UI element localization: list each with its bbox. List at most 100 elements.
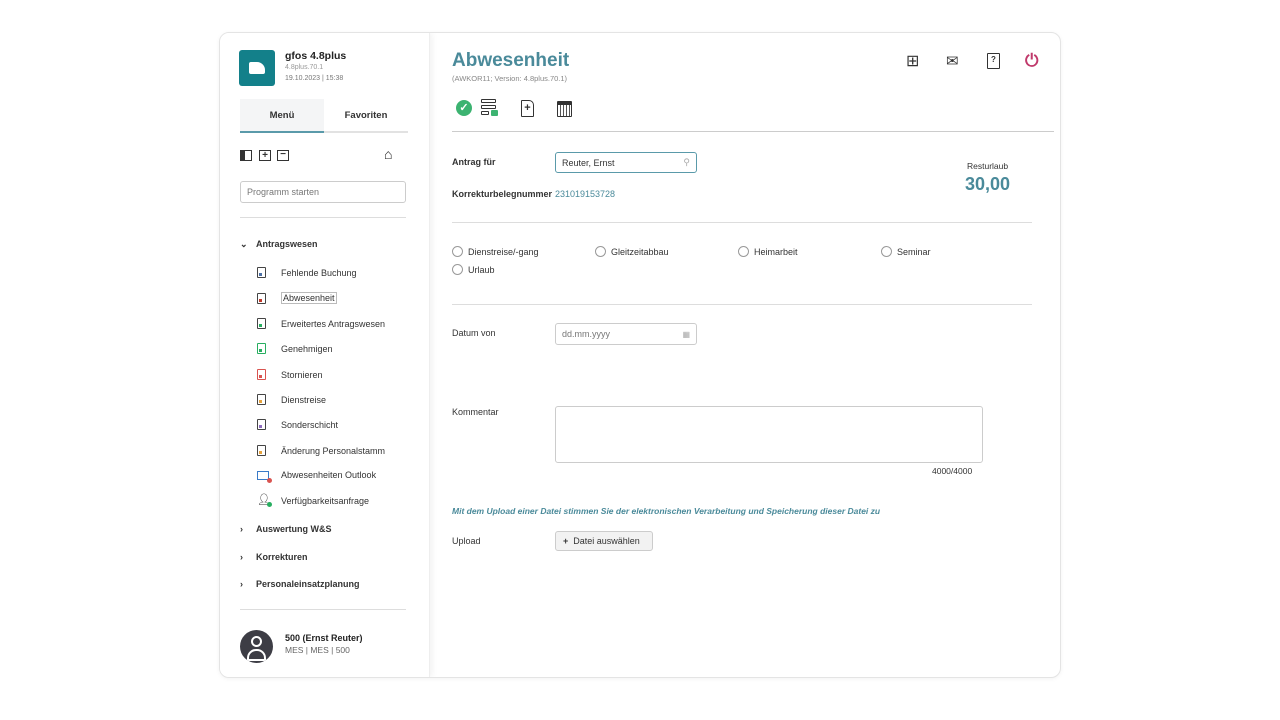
search-icon[interactable]: ⚲ — [683, 157, 690, 168]
main-content: Abwesenheit (AWKOR11; Version: 4.8plus.7… — [431, 33, 1060, 677]
radio-label: Urlaub — [468, 264, 495, 275]
menu-item-label: Änderung Personalstamm — [281, 445, 386, 456]
app-version: 4.8plus.70.1 — [285, 64, 324, 71]
group-label: Korrekturen — [256, 552, 308, 562]
group-antragswesen[interactable]: ⌄ Antragswesen — [240, 239, 318, 250]
radio-label: Seminar — [897, 246, 931, 257]
menu-item-label: Erweitertes Antragswesen — [281, 318, 386, 329]
program-search-input[interactable]: Programm starten — [240, 181, 406, 203]
radio-seminar[interactable]: Seminar — [881, 246, 931, 257]
menu-item-erweitertes-antragswesen[interactable]: Erweitertes Antragswesen — [257, 318, 385, 329]
beleg-label: Korrekturbelegnummer — [452, 189, 553, 199]
home-icon[interactable]: ⌂ — [384, 146, 392, 162]
document-icon — [257, 267, 266, 278]
document-icon — [257, 318, 266, 329]
menu-item-stornieren[interactable]: Stornieren — [257, 369, 323, 380]
menu-item-label: Sonderschicht — [281, 419, 339, 430]
chevron-right-icon: › — [240, 524, 243, 534]
group-auswertung[interactable]: › Auswertung W&S — [240, 524, 332, 534]
menu-item-label: Genehmigen — [281, 343, 333, 354]
menu-item-aenderung-personalstamm[interactable]: Änderung Personalstamm — [257, 445, 385, 456]
radio-label: Dienstreise/-gang — [468, 246, 539, 257]
collapse-all-icon[interactable]: − — [277, 150, 289, 161]
menu-item-label: Fehlende Buchung — [281, 267, 357, 278]
user-detail: MES | MES | 500 — [285, 645, 350, 655]
app-window: gfos 4.8plus 4.8plus.70.1 19.10.2023 | 1… — [219, 32, 1061, 678]
calendar-icon[interactable] — [557, 101, 572, 117]
menu-item-verfuegbarkeitsanfrage[interactable]: 👤︎ Verfügbarkeitsanfrage — [257, 494, 370, 507]
radio-urlaub[interactable]: Urlaub — [452, 264, 495, 275]
page-title: Abwesenheit — [452, 50, 570, 71]
menu-item-label: Dienstreise — [281, 394, 327, 405]
chevron-down-icon: ⌄ — [240, 239, 248, 249]
menu-item-sonderschicht[interactable]: Sonderschicht — [257, 419, 338, 430]
power-icon[interactable]: ⏻ — [1025, 51, 1038, 71]
tab-favoriten[interactable]: Favoriten — [324, 99, 408, 133]
datum-label: Datum von — [452, 328, 496, 338]
mail-icon — [257, 470, 272, 483]
antrag-label: Antrag für — [452, 157, 496, 167]
divider — [240, 609, 406, 610]
kommentar-textarea[interactable] — [555, 406, 983, 463]
document-icon — [257, 292, 266, 304]
upload-button[interactable]: + Datei auswählen — [555, 531, 653, 551]
check-save-icon[interactable]: ✓ — [456, 100, 472, 116]
antrag-input[interactable]: Reuter, Ernst ⚲ — [555, 152, 697, 173]
document-check-icon — [257, 343, 266, 354]
menu-item-label: Abwesenheit — [281, 292, 337, 304]
radio-label: Heimarbeit — [754, 246, 798, 257]
document-icon — [257, 419, 266, 430]
document-icon — [257, 394, 266, 405]
beleg-value: 231019153728 — [555, 189, 616, 199]
radio-heimarbeit[interactable]: Heimarbeit — [738, 246, 798, 257]
menu-item-dienstreise[interactable]: Dienstreise — [257, 394, 326, 405]
menu-item-abwesenheit[interactable]: Abwesenheit — [257, 292, 337, 304]
menu-item-fehlende-buchung[interactable]: Fehlende Buchung — [257, 267, 357, 278]
datum-input[interactable]: dd.mm.yyyy ▦ — [555, 323, 697, 345]
upload-notice: Mit dem Upload einer Datei stimmen Sie d… — [452, 506, 881, 516]
gfos-logo — [239, 50, 275, 86]
new-document-icon[interactable]: + — [521, 100, 534, 117]
plus-icon: + — [563, 536, 569, 546]
kommentar-label: Kommentar — [452, 407, 499, 417]
page-subtitle: (AWKOR11; Version: 4.8plus.70.1) — [452, 74, 568, 83]
resturlaub-label: Resturlaub — [967, 161, 1009, 171]
menu-item-label: Stornieren — [281, 369, 323, 380]
menu-item-label: Verfügbarkeitsanfrage — [281, 495, 370, 506]
radio-label: Gleitzeitabbau — [611, 246, 669, 257]
tab-menu[interactable]: Menü — [240, 99, 324, 133]
app-datetime: 19.10.2023 | 15:38 — [285, 75, 344, 82]
group-korrekturen[interactable]: › Korrekturen — [240, 552, 308, 562]
divider — [452, 304, 1032, 305]
radio-gleitzeitabbau[interactable]: Gleitzeitabbau — [595, 246, 669, 257]
list-add-icon[interactable] — [481, 99, 498, 116]
sidebar: gfos 4.8plus 4.8plus.70.1 19.10.2023 | 1… — [220, 33, 430, 677]
avatar[interactable] — [240, 630, 273, 663]
menu-item-genehmigen[interactable]: Genehmigen — [257, 343, 333, 354]
chevron-right-icon: › — [240, 552, 243, 562]
resturlaub-value: 30,00 — [965, 174, 1011, 194]
chevron-right-icon: › — [240, 579, 243, 589]
user-icon: 👤︎ — [257, 494, 272, 507]
radio-dienstreise[interactable]: Dienstreise/-gang — [452, 246, 539, 257]
upload-label: Upload — [452, 536, 481, 546]
document-icon — [257, 445, 266, 456]
user-name: 500 (Ernst Reuter) — [285, 633, 363, 643]
calendar-icon[interactable]: ▦ — [682, 330, 690, 339]
divider — [452, 131, 1054, 132]
sidebar-toggle-icon[interactable] — [240, 150, 252, 161]
kommentar-counter: 4000/4000 — [932, 466, 973, 476]
expand-all-icon[interactable]: + — [259, 150, 271, 161]
group-personaleinsatzplanung[interactable]: › Personaleinsatzplanung — [240, 579, 360, 589]
help-book-icon[interactable]: ? — [987, 53, 1000, 69]
divider — [452, 222, 1032, 223]
menu-item-abwesenheiten-outlook[interactable]: Abwesenheiten Outlook — [257, 470, 376, 483]
group-label: Antragswesen — [256, 239, 318, 249]
group-label: Auswertung W&S — [256, 524, 332, 534]
envelope-open-icon[interactable]: ✉ — [946, 52, 959, 70]
org-tree-icon[interactable]: ⊞ — [906, 51, 919, 71]
document-cancel-icon — [257, 369, 266, 380]
datum-placeholder: dd.mm.yyyy — [562, 329, 611, 339]
app-name: gfos 4.8plus — [285, 50, 347, 62]
divider — [240, 217, 406, 218]
